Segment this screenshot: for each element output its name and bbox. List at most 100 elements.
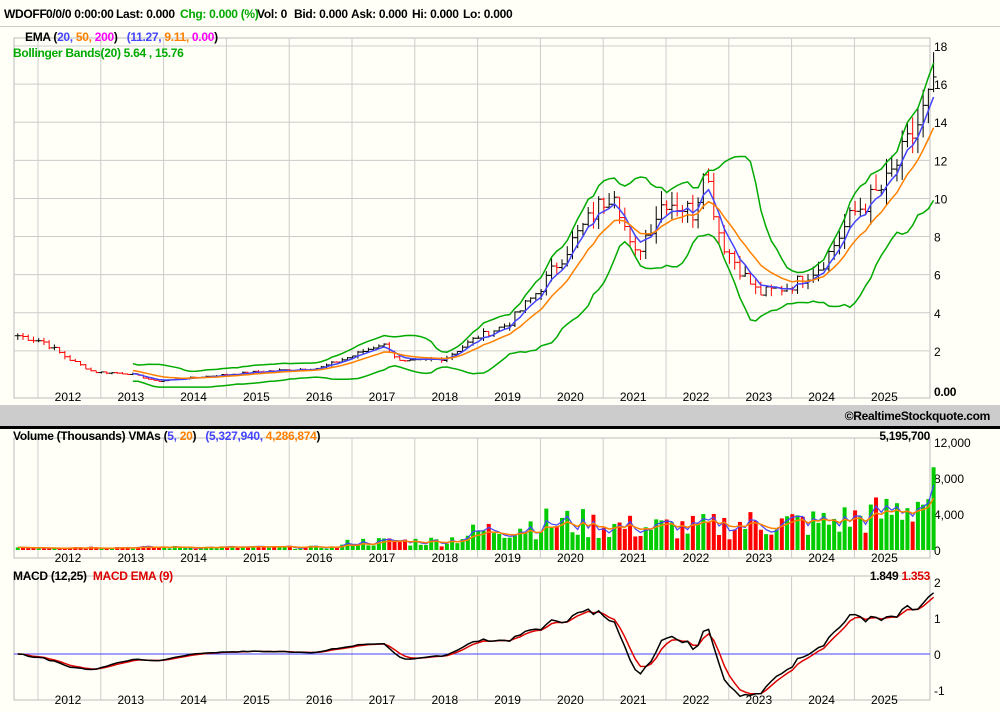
volume-bar xyxy=(266,547,271,550)
volume-bar xyxy=(455,543,460,550)
y-tick-label: 16 xyxy=(934,78,948,92)
volume-bar xyxy=(324,548,329,550)
volume-bar xyxy=(366,545,371,550)
volume-bar xyxy=(539,531,544,550)
volume-bar xyxy=(497,533,502,550)
volume-bar xyxy=(717,534,722,550)
vma-value-5: (5,327,940, xyxy=(205,429,263,443)
volume-bar xyxy=(319,548,324,550)
x-tick-label: 2017 xyxy=(369,390,396,404)
volume-bar xyxy=(685,533,690,550)
y-tick-label: 8 xyxy=(934,231,941,245)
x-tick-label: 2025 xyxy=(871,693,898,707)
ema-legend: EMA (20, 50, 200) (11.27, 9.11, 0.00) xyxy=(25,30,218,44)
volume-bar xyxy=(879,518,884,550)
volume-bar xyxy=(648,529,653,550)
volume-bar xyxy=(298,548,303,550)
volume-bar xyxy=(910,521,915,550)
volume-bar xyxy=(842,507,847,550)
x-tick-label: 2024 xyxy=(808,693,835,707)
macd-signal-line xyxy=(17,596,935,695)
y-tick-label: 4 xyxy=(934,307,941,321)
x-tick-label: 2016 xyxy=(306,693,333,707)
bollinger-lower-line xyxy=(132,200,935,388)
volume-bar xyxy=(512,535,517,550)
volume-label: Volume (Thousands) VMAs ( xyxy=(13,429,168,443)
volume-bar xyxy=(167,548,172,550)
volume-bar xyxy=(905,508,910,550)
volume-bar xyxy=(423,545,428,550)
vma-period-20: 20 xyxy=(179,429,193,443)
x-tick-label: 2021 xyxy=(620,390,647,404)
volume-bar xyxy=(371,545,376,550)
y-tick-label: 6 xyxy=(934,269,941,283)
volume-bar xyxy=(429,537,434,550)
x-tick-label: 2013 xyxy=(117,693,144,707)
signal-value: 1.353 xyxy=(901,569,930,583)
x-tick-label: 2024 xyxy=(808,551,835,565)
ema-value-200: 0.00 xyxy=(191,30,215,44)
y-tick-label: 12 xyxy=(934,154,948,168)
y-tick-label: 2 xyxy=(934,576,941,590)
volume-bar xyxy=(696,523,701,550)
y-tick-label: 2 xyxy=(934,345,941,359)
x-tick-label: 2022 xyxy=(683,390,710,404)
x-tick-label: 2016 xyxy=(306,551,333,565)
last-value: 0.00 xyxy=(934,385,957,399)
ema-period-20: 20, xyxy=(57,30,73,44)
x-tick-label: 2017 xyxy=(369,693,396,707)
ema-value-20: (11.27, xyxy=(126,30,162,44)
x-tick-label: 2012 xyxy=(55,551,82,565)
volume-bar xyxy=(130,548,135,550)
volume-bar xyxy=(392,541,397,550)
volume-bar xyxy=(863,532,868,550)
volume-bar xyxy=(816,522,821,550)
chart-svg: 2012 2013 2014 2015 2016 2017 2018 2019 2020 2021… xyxy=(13,37,971,707)
x-tick-label: 2020 xyxy=(557,551,584,565)
x-tick-label: 2018 xyxy=(431,693,458,707)
volume-bar xyxy=(523,531,528,550)
volume-bar xyxy=(476,530,481,550)
y-tick-label: -1 xyxy=(934,684,945,698)
volume-bar xyxy=(706,521,711,550)
ema-20-line xyxy=(132,96,935,381)
volume-bar xyxy=(450,537,455,550)
volume-bar xyxy=(633,536,638,550)
y-tick-label: 10 xyxy=(934,192,948,206)
volume-bar xyxy=(743,528,748,550)
macd-ema-label: MACD EMA (9) xyxy=(92,569,173,583)
x-tick-label: 2020 xyxy=(557,693,584,707)
x-tick-label: 2014 xyxy=(180,693,207,707)
x-tick-label: 2018 xyxy=(431,390,458,404)
volume-bar xyxy=(690,515,695,550)
volume-bar xyxy=(387,538,392,550)
volume-bar xyxy=(596,537,601,550)
volume-bar xyxy=(350,545,355,550)
macd-line xyxy=(17,592,935,698)
volume-bar xyxy=(418,544,423,550)
ema-period-200: 200 xyxy=(94,30,114,44)
panel-frame xyxy=(13,575,931,701)
bollinger-upper-line xyxy=(132,62,935,373)
volume-bar xyxy=(732,529,737,550)
volume-bar xyxy=(570,532,575,550)
paren: ) xyxy=(214,30,218,44)
volume-bar xyxy=(832,518,837,550)
x-tick-label: 2025 xyxy=(871,390,898,404)
x-tick-label: 2024 xyxy=(808,390,835,404)
ema-value-50: 9.11, xyxy=(164,30,189,44)
volume-bar xyxy=(397,541,402,550)
y-tick-label: 14 xyxy=(934,116,948,130)
volume-bar xyxy=(533,539,538,550)
paren: ) xyxy=(316,429,321,443)
volume-bar xyxy=(622,528,627,550)
volume-bar xyxy=(31,548,36,550)
paren: ) xyxy=(113,30,118,44)
volume-bar xyxy=(748,512,753,550)
volume-bar xyxy=(607,536,612,550)
x-tick-label: 2019 xyxy=(494,551,521,565)
volume-bar xyxy=(826,524,831,550)
volume-bar xyxy=(193,548,198,550)
volume-bar xyxy=(591,514,596,550)
volume-bar xyxy=(764,534,769,550)
